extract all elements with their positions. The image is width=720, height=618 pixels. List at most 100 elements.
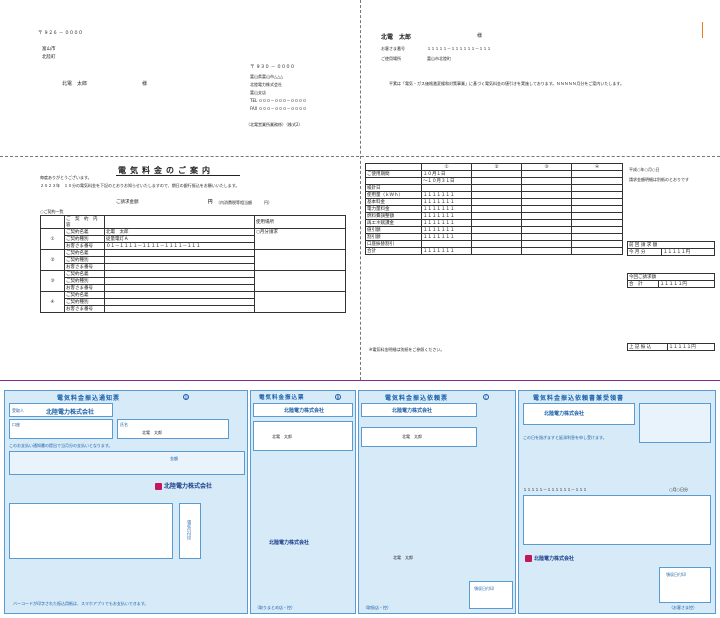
receipt-amount-box	[639, 403, 711, 443]
summary-label: 上 記 振 込	[627, 343, 668, 351]
table-row: ① ご契約名義 北電 太郎 ○月分請求	[40, 228, 346, 250]
header-cell: ①	[421, 163, 472, 171]
table-row: ④ ご契約名義	[40, 291, 346, 313]
receipt-detail-box	[523, 495, 711, 545]
row-value	[104, 291, 255, 299]
account-label: 口座	[12, 422, 20, 427]
row-value: ～１０月３１日	[421, 177, 472, 185]
recipient-addr-2: 北陸町	[42, 55, 56, 60]
row-value	[521, 198, 572, 206]
header-cell: ②	[471, 163, 522, 171]
customer-box-c: 北電 太郎	[361, 427, 477, 447]
company-logo-icon	[155, 483, 162, 490]
remarks-box	[9, 503, 173, 559]
row-label: 使用量（ｋＷｈ）	[365, 191, 422, 199]
row-label: 割引額	[365, 233, 422, 241]
summary-label: 前 回 請 求 額	[627, 241, 715, 249]
row-value: 北電 太郎	[104, 228, 255, 236]
row-value	[521, 170, 572, 178]
row-value: １１１１１１１	[421, 226, 472, 234]
row-value: ０１－１１１１－１１１１－１１１１－１１１	[104, 242, 255, 250]
row-label: お客さま番号	[64, 242, 105, 250]
summary-sub: 合 計	[627, 280, 659, 288]
header-cell: 使用場所	[254, 215, 346, 229]
row-label: ご使用期間	[365, 170, 422, 178]
row-value: １１１１１１１	[421, 198, 472, 206]
slip-b-tag: B	[335, 394, 341, 400]
row-label: ご契約種別	[64, 256, 105, 264]
right-date: 平成○年○月○日	[629, 167, 660, 172]
payee-box-c: 北陸電力株式会社	[361, 403, 477, 417]
summary-box-1: 前 回 請 求 額 今 月 分 １１１１１円	[626, 241, 715, 256]
slip-notice-d: 電気料金振込通知票 D 受取人 北陸電力株式会社 口座 氏名 北電 太郎 このお…	[4, 390, 248, 614]
customer-id-label: お客さま番号	[381, 46, 405, 51]
stamp-label-c: 領収日付印	[474, 586, 494, 591]
row-value	[571, 205, 623, 213]
slip-c-footer: （取扱店・控）	[363, 605, 391, 610]
receipt-footer: （お客さま控）	[669, 605, 697, 610]
payee-label: 受取人	[12, 408, 24, 413]
row-value	[471, 191, 522, 199]
row-value	[571, 184, 623, 192]
row-value	[471, 233, 522, 241]
row-label: お客さま番号	[64, 305, 105, 313]
stamp-box-r: 領収日付印	[659, 567, 711, 603]
receipt-customer-no: １１１１１－１１１１１１－１１１	[523, 487, 587, 492]
address-panel: 〒 ９２６ － ００００ 富山市 北陸町 北電 太郎 様 〒 ９３０ － ０００…	[0, 0, 360, 156]
row-value	[104, 305, 255, 313]
row-value	[521, 205, 572, 213]
table-row: 基本料金 １１１１１１１	[365, 198, 623, 206]
use-place-value: 富山市北陸町	[427, 56, 451, 61]
company-logo-r: 北陸電力株式会社	[525, 555, 574, 562]
row-label: ご契約名義	[64, 228, 105, 236]
use-place-label: ご使用場所	[381, 56, 401, 61]
recipient-name: 北電 太郎	[62, 81, 88, 87]
customer-info-panel: 北電 太郎 様 お客さま番号 １１１１１－１１１１１１－１１１ ご使用場所 富山…	[361, 0, 720, 156]
stamp-box-c: 領収日付印	[469, 581, 513, 609]
table-row: ② ご契約名義	[40, 249, 346, 271]
row-value: １１１１１１１	[421, 219, 472, 227]
row-label: ご契約名義	[64, 291, 105, 299]
row-value	[521, 240, 572, 248]
table-row: 合計 １１１１１１１	[365, 247, 623, 255]
row-value	[471, 240, 522, 248]
company-logo-b: 北陸電力株式会社	[269, 540, 310, 546]
customer-name-c: 北電 太郎	[402, 434, 422, 439]
customer-name: 北電 太郎	[381, 34, 412, 41]
company-logo-text: 北陸電力株式会社	[164, 483, 213, 490]
customer-sama: 様	[477, 33, 483, 39]
info-message: 平素は「電気・ガス価格激変緩和対策事業」に基づく電気料金の値引きを実施しておりま…	[389, 81, 624, 86]
summary-box-3: 上 記 振 込 １１１１１円	[627, 343, 716, 351]
payee-name: 北陸電力株式会社	[46, 409, 95, 416]
customer-name-c2: 北電 太郎	[393, 555, 413, 560]
receipt-period: ○月○日分	[669, 487, 688, 492]
row-extra	[254, 291, 346, 313]
row-value	[104, 298, 255, 306]
row-value: １１１１１１１	[421, 247, 472, 255]
row-value	[421, 184, 472, 192]
slip-d-title: 電気料金振込通知票	[57, 395, 121, 402]
row-value	[521, 226, 572, 234]
greeting: 毎度ありがとうございます。	[40, 175, 92, 180]
row-value	[471, 226, 522, 234]
table-row: 電力量料金 １１１１１１１	[365, 205, 623, 213]
table-row: 使用量（ｋＷｈ） １１１１１１１	[365, 191, 623, 199]
row-label: 口座振替割引	[365, 240, 422, 248]
header-cell: ④	[571, 163, 623, 171]
stamp-box-d: 領収日付印	[179, 503, 201, 559]
row-label: 合計	[365, 247, 422, 255]
table-row: 燃料費調整額 １１１１１１１	[365, 212, 623, 220]
table-row: ご使用期間 １０月１日	[365, 170, 623, 178]
stamp-label-r: 領収日付印	[666, 572, 686, 577]
slip-separator-line	[0, 380, 720, 381]
row-value	[471, 247, 522, 255]
customer-box-b: 北電 太郎	[253, 421, 353, 451]
row-value	[471, 198, 522, 206]
table-header-row: ご 契 約 内 容 使用場所	[40, 215, 346, 229]
payee-name-b: 北陸電力株式会社	[284, 408, 325, 414]
recipient-sama: 様	[142, 81, 148, 87]
row-value	[521, 219, 572, 227]
bill-amount-label: ご請求金額	[116, 200, 139, 205]
yen-mark: 円	[208, 200, 213, 205]
amount-box: 金額	[9, 451, 245, 475]
